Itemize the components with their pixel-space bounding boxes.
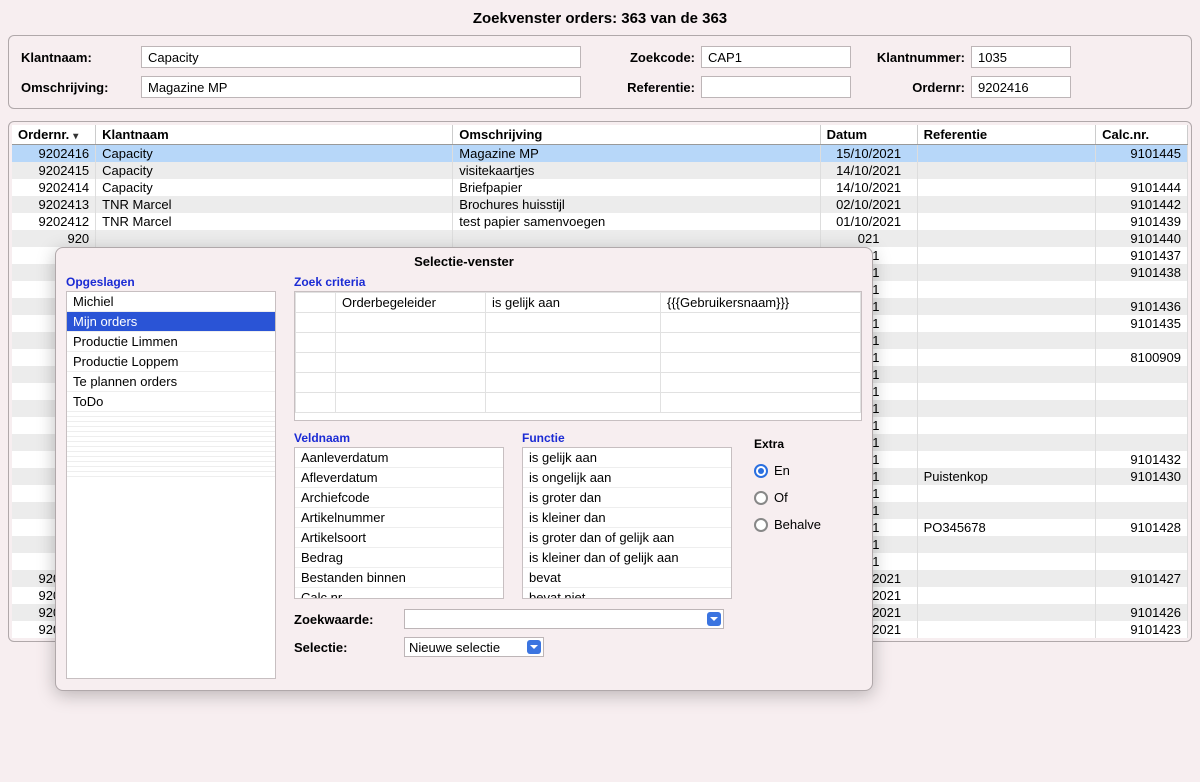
radio-icon bbox=[754, 491, 768, 505]
combo-selectie[interactable]: Nieuwe selectie bbox=[404, 637, 544, 657]
col-datum[interactable]: Datum bbox=[820, 125, 917, 145]
functie-listbox[interactable]: is gelijk aanis ongelijk aanis groter da… bbox=[522, 447, 732, 599]
input-klantnaam[interactable] bbox=[141, 46, 581, 68]
label-ordernr: Ordernr: bbox=[851, 80, 971, 95]
label-selectie: Selectie: bbox=[294, 640, 404, 655]
label-omschrijving: Omschrijving: bbox=[21, 80, 141, 95]
radio-label: Behalve bbox=[774, 517, 821, 532]
list-item[interactable]: Archiefcode bbox=[295, 488, 503, 508]
col-ordernr[interactable]: Ordernr.▾ bbox=[12, 125, 96, 145]
label-klantnummer: Klantnummer: bbox=[851, 50, 971, 65]
label-zoek-criteria: Zoek criteria bbox=[294, 275, 862, 289]
label-zoekwaarde: Zoekwaarde: bbox=[294, 612, 404, 627]
col-klantnaam[interactable]: Klantnaam bbox=[96, 125, 453, 145]
label-veldnaam: Veldnaam bbox=[294, 431, 504, 445]
input-zoekcode[interactable] bbox=[701, 46, 851, 68]
selectie-venster-modal: Selectie-venster Opgeslagen MichielMijn … bbox=[55, 247, 873, 691]
col-referentie[interactable]: Referentie bbox=[917, 125, 1096, 145]
label-extra: Extra bbox=[754, 437, 856, 451]
list-item[interactable]: Calc.nr. bbox=[295, 588, 503, 599]
list-item[interactable]: Artikelsoort bbox=[295, 528, 503, 548]
list-item[interactable]: Michiel bbox=[67, 292, 275, 312]
list-item[interactable]: bevat niet bbox=[523, 588, 731, 599]
table-row[interactable]: 9202415Capacityvisitekaartjes14/10/2021 bbox=[12, 162, 1188, 179]
veldnaam-listbox[interactable]: AanleverdatumAfleverdatumArchiefcodeArti… bbox=[294, 447, 504, 599]
sort-desc-icon: ▾ bbox=[73, 131, 78, 142]
list-item[interactable]: Bedrag bbox=[295, 548, 503, 568]
table-row[interactable]: 9202412TNR Marceltest papier samenvoegen… bbox=[12, 213, 1188, 230]
radio-en[interactable]: En bbox=[754, 463, 856, 478]
criteria-table[interactable]: Orderbegeleideris gelijk aan{{{Gebruiker… bbox=[294, 291, 862, 421]
search-panel: Klantnaam: Zoekcode: Klantnummer: Omschr… bbox=[8, 35, 1192, 109]
radio-icon bbox=[754, 518, 768, 532]
radio-of[interactable]: Of bbox=[754, 490, 856, 505]
list-item[interactable]: is ongelijk aan bbox=[523, 468, 731, 488]
col-calcnr[interactable]: Calc.nr. bbox=[1096, 125, 1188, 145]
radio-label: Of bbox=[774, 490, 788, 505]
input-referentie[interactable] bbox=[701, 76, 851, 98]
list-item[interactable]: is groter dan bbox=[523, 488, 731, 508]
list-item[interactable]: Productie Loppem bbox=[67, 352, 275, 372]
table-row[interactable]: 9202414CapacityBriefpapier14/10/20219101… bbox=[12, 179, 1188, 196]
list-item[interactable]: Aanleverdatum bbox=[295, 448, 503, 468]
radio-label: En bbox=[774, 463, 790, 478]
input-ordernr[interactable] bbox=[971, 76, 1071, 98]
label-referentie: Referentie: bbox=[581, 80, 701, 95]
table-row[interactable]: 9200219101440 bbox=[12, 230, 1188, 247]
list-item[interactable]: is gelijk aan bbox=[523, 448, 731, 468]
table-row[interactable]: 9202416CapacityMagazine MP15/10/20219101… bbox=[12, 145, 1188, 163]
list-item[interactable]: is groter dan of gelijk aan bbox=[523, 528, 731, 548]
list-item[interactable]: Mijn orders bbox=[67, 312, 275, 332]
list-item[interactable]: Afleverdatum bbox=[295, 468, 503, 488]
list-item[interactable] bbox=[67, 472, 275, 477]
chevron-down-icon bbox=[527, 640, 541, 654]
input-klantnummer[interactable] bbox=[971, 46, 1071, 68]
list-item[interactable]: ToDo bbox=[67, 392, 275, 412]
label-opgeslagen: Opgeslagen bbox=[66, 275, 276, 289]
list-item[interactable]: is kleiner dan bbox=[523, 508, 731, 528]
input-omschrijving[interactable] bbox=[141, 76, 581, 98]
radio-behalve[interactable]: Behalve bbox=[754, 517, 856, 532]
list-item[interactable]: is kleiner dan of gelijk aan bbox=[523, 548, 731, 568]
col-omschrijving[interactable]: Omschrijving bbox=[453, 125, 820, 145]
combo-zoekwaarde[interactable] bbox=[404, 609, 724, 629]
list-item[interactable]: Productie Limmen bbox=[67, 332, 275, 352]
table-row[interactable]: 9202413TNR MarcelBrochures huisstijl02/1… bbox=[12, 196, 1188, 213]
label-functie: Functie bbox=[522, 431, 732, 445]
modal-title: Selectie-venster bbox=[66, 252, 862, 275]
radio-icon bbox=[754, 464, 768, 478]
label-zoekcode: Zoekcode: bbox=[581, 50, 701, 65]
list-item[interactable]: Bestanden binnen bbox=[295, 568, 503, 588]
list-item[interactable]: Te plannen orders bbox=[67, 372, 275, 392]
chevron-down-icon bbox=[707, 612, 721, 626]
window-title: Zoekvenster orders: 363 van de 363 bbox=[8, 6, 1192, 35]
list-item[interactable]: Artikelnummer bbox=[295, 508, 503, 528]
list-item[interactable]: bevat bbox=[523, 568, 731, 588]
label-klantnaam: Klantnaam: bbox=[21, 50, 141, 65]
saved-listbox[interactable]: MichielMijn ordersProductie LimmenProduc… bbox=[66, 291, 276, 679]
